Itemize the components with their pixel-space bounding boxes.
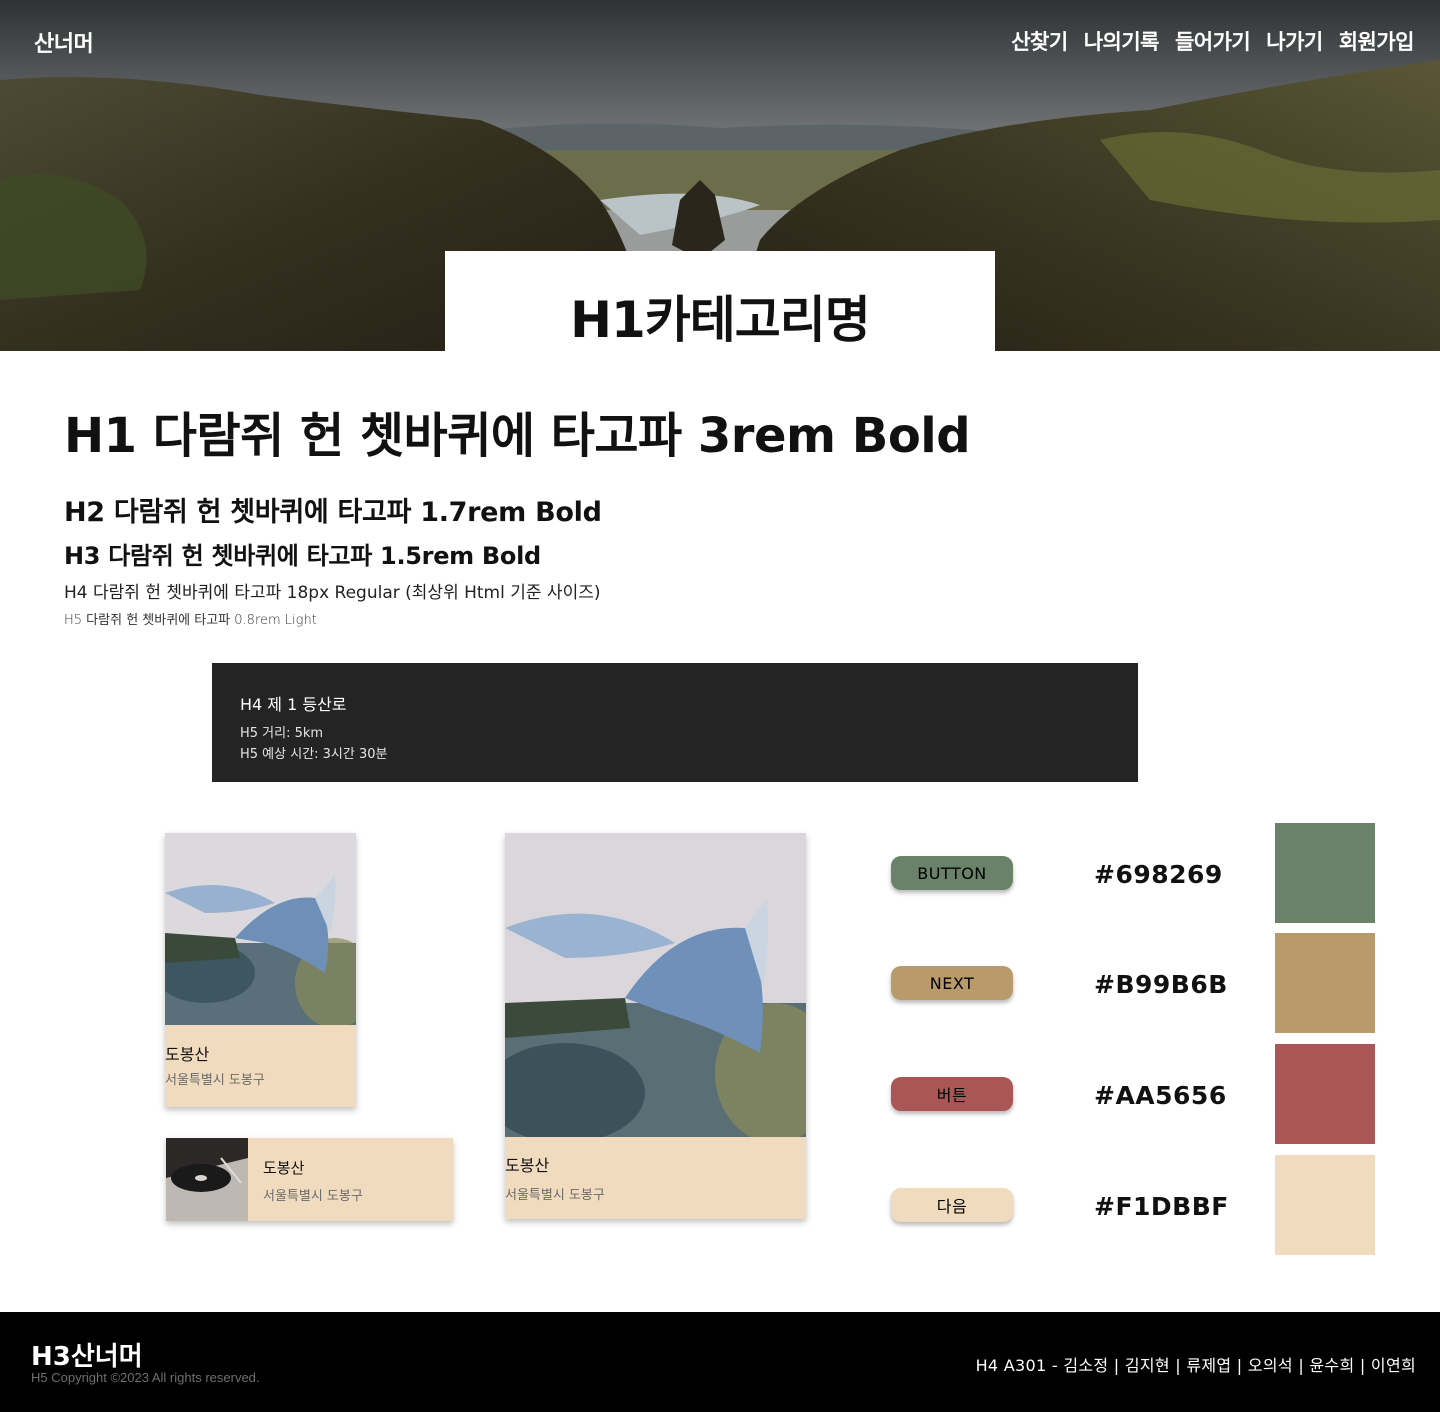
next-button[interactable]: NEXT (891, 966, 1013, 1000)
site-footer: H3산너머 H5 Copyright ©2023 All rights rese… (0, 1312, 1440, 1412)
turntable-photo (166, 1138, 248, 1221)
color-swatch-tan (1275, 933, 1375, 1033)
hex-code-beige: #F1DBBF (1094, 1192, 1229, 1221)
color-swatch-green (1275, 823, 1375, 923)
sample-h5: H5 다람쥐 헌 쳇바퀴에 타고파 0.8rem Light (64, 613, 317, 628)
sample-h1: H1 다람쥐 헌 쳇바퀴에 타고파 3rem Bold (64, 408, 971, 464)
hex-code-tan: #B99B6B (1094, 970, 1228, 999)
nav-login[interactable]: 들어가기 (1175, 26, 1251, 56)
trail-info-box: H4 제 1 등산로 H5 거리: 5km H5 예상 시간: 3시간 30분 (212, 663, 1138, 782)
trail-title: H4 제 1 등산로 (240, 695, 347, 714)
sample-h3: H3 다람쥐 헌 쳇바퀴에 타고파 1.5rem Bold (64, 542, 541, 570)
card-mountain-name: 도봉산 (165, 1045, 210, 1064)
nav-logout[interactable]: 나가기 (1266, 26, 1323, 56)
footer-team-members: H4 A301 - 김소정 | 김지현 | 류제엽 | 오의석 | 윤수희 | … (975, 1356, 1416, 1375)
sample-h4: H4 다람쥐 헌 쳇바퀴에 타고파 18px Regular (최상위 Html… (64, 583, 601, 603)
color-swatch-beige (1275, 1155, 1375, 1255)
card-mountain-address: 서울특별시 도봉구 (165, 1073, 265, 1088)
mountain-card-horizontal[interactable]: 도봉산 서울특별시 도봉구 (166, 1138, 453, 1221)
card-mountain-name: 도봉산 (505, 1156, 550, 1175)
hero-banner: 산너머 산찾기 나의기록 들어가기 나가기 회원가입 H1카테고리명 (0, 0, 1440, 351)
footer-copyright: H5 Copyright ©2023 All rights reserved. (31, 1370, 260, 1385)
hex-code-green: #698269 (1094, 860, 1223, 889)
trail-time: H5 예상 시간: 3시간 30분 (240, 747, 388, 762)
nav-signup[interactable]: 회원가입 (1339, 26, 1415, 56)
next-button-beige[interactable]: 다음 (891, 1188, 1013, 1222)
card-mountain-address: 서울특별시 도봉구 (505, 1188, 605, 1203)
footer-logo: H3산너머 (31, 1342, 143, 1372)
site-logo[interactable]: 산너머 (34, 26, 94, 58)
card-mountain-address: 서울특별시 도봉구 (263, 1189, 363, 1204)
seagull-photo (165, 833, 356, 1025)
sample-h2: H2 다람쥐 헌 쳇바퀴에 타고파 1.7rem Bold (64, 497, 602, 528)
button-green[interactable]: BUTTON (891, 856, 1013, 890)
category-title-box: H1카테고리명 (445, 251, 995, 351)
mountain-card-large[interactable]: 도봉산 서울특별시 도봉구 (505, 833, 806, 1219)
button-red[interactable]: 버튼 (891, 1077, 1013, 1111)
color-swatch-red (1275, 1044, 1375, 1144)
hex-code-red: #AA5656 (1094, 1081, 1227, 1110)
trail-distance: H5 거리: 5km (240, 726, 324, 741)
nav-my-records[interactable]: 나의기록 (1084, 26, 1160, 56)
card-mountain-name: 도봉산 (263, 1159, 305, 1177)
mountain-card-small[interactable]: 도봉산 서울특별시 도봉구 (165, 833, 356, 1107)
main-nav: 산찾기 나의기록 들어가기 나가기 회원가입 (1011, 26, 1414, 56)
nav-find-mountain[interactable]: 산찾기 (1011, 26, 1068, 56)
category-title: H1카테고리명 (570, 291, 871, 349)
seagull-photo (505, 833, 806, 1137)
